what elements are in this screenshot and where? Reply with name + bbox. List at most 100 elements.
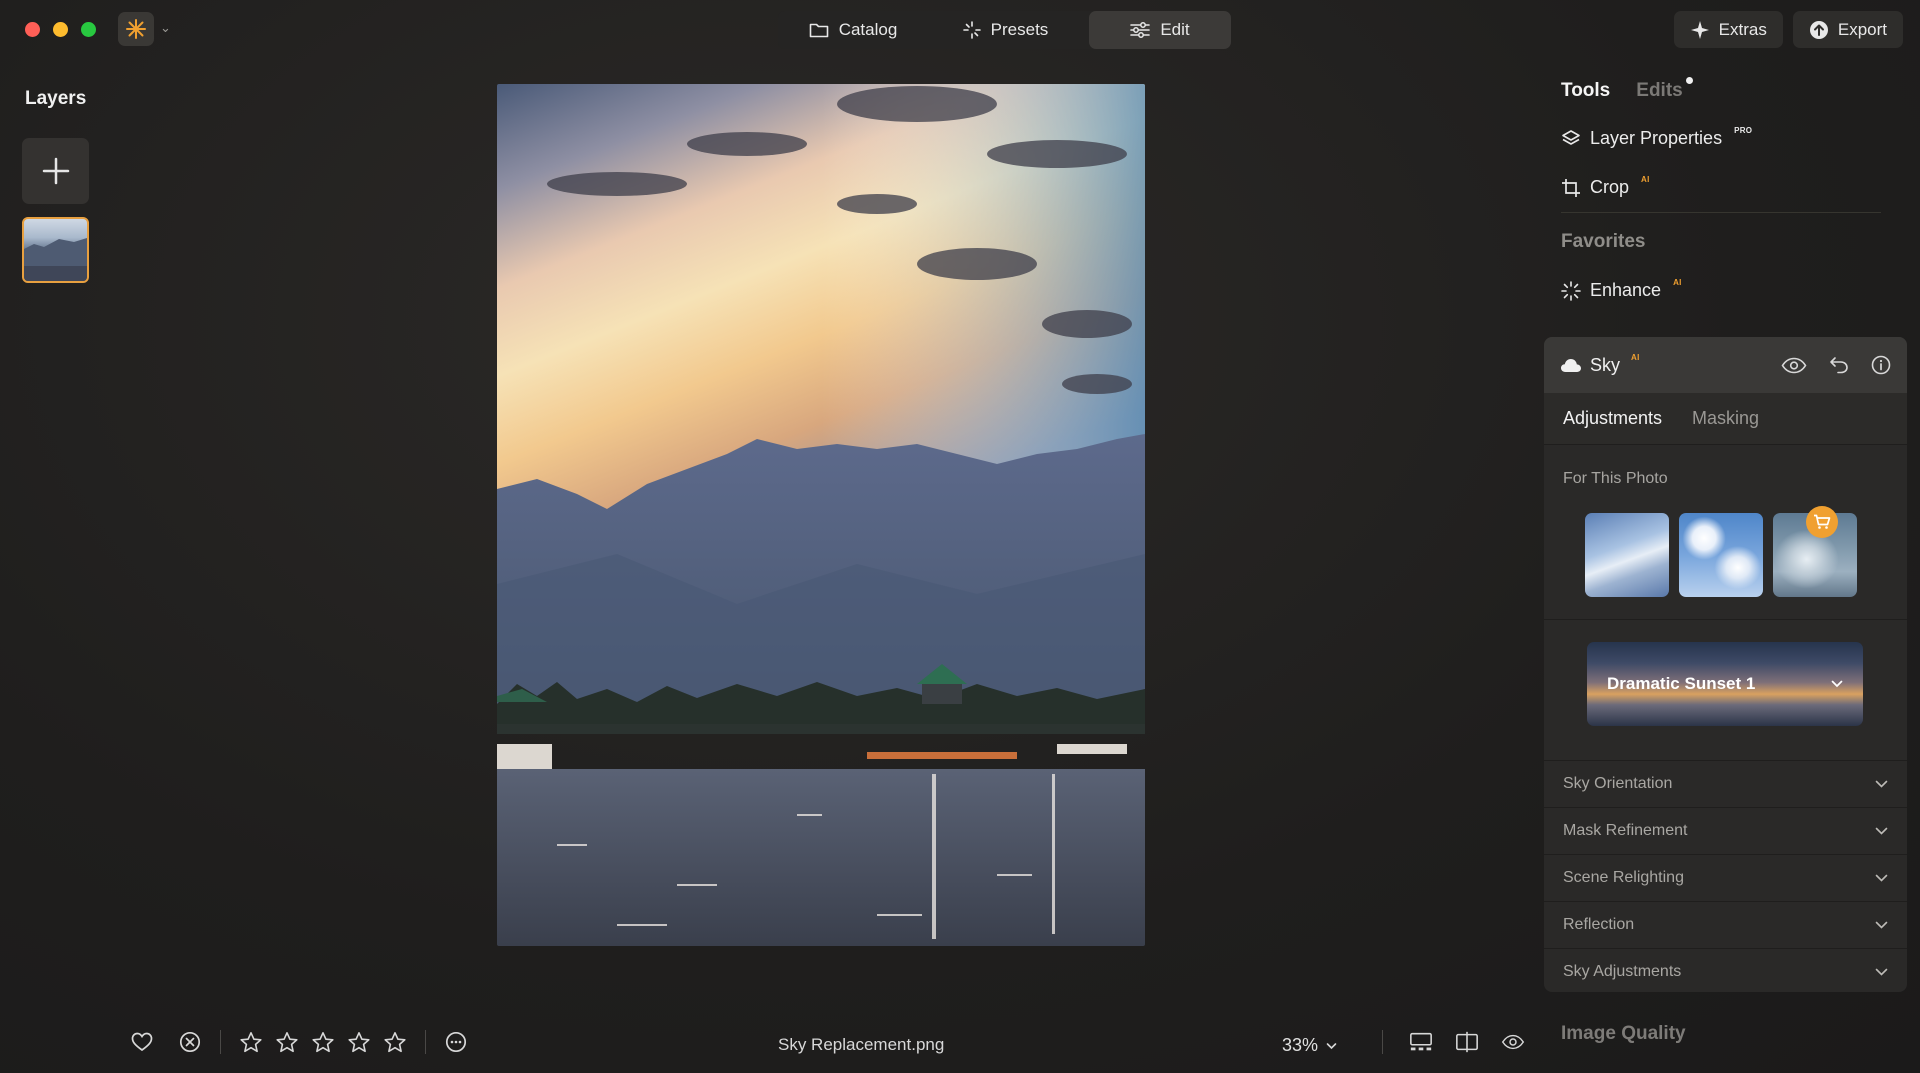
extras-button[interactable]: Extras: [1673, 11, 1783, 48]
separator: [425, 1030, 426, 1054]
separator: [220, 1030, 221, 1054]
for-this-photo-title: For This Photo: [1563, 470, 1668, 487]
landscape-photo: [497, 84, 1145, 946]
star-5-button[interactable]: [383, 1030, 407, 1054]
sky-panel-header[interactable]: Sky AI: [1544, 337, 1907, 393]
edit-label: Edit: [1160, 20, 1190, 39]
edit-tab[interactable]: Edit: [1089, 11, 1231, 49]
eye-icon[interactable]: [1781, 357, 1807, 374]
chevron-down-icon: [1875, 921, 1888, 929]
star-2-button[interactable]: [275, 1030, 299, 1054]
chevron-down-icon: [1326, 1042, 1337, 1049]
presets-label: Presets: [990, 20, 1049, 39]
tools-tab[interactable]: Tools: [1561, 80, 1610, 102]
star-icon: [240, 1031, 262, 1052]
info-icon[interactable]: [1871, 355, 1891, 375]
crop-icon: [1562, 178, 1580, 197]
section-label: Mask Refinement: [1563, 822, 1688, 839]
minimize-window-button[interactable]: [53, 22, 68, 37]
window-controls: [25, 22, 96, 37]
section-scene-relighting[interactable]: Scene Relighting: [1544, 854, 1907, 901]
app-menu-button[interactable]: [118, 12, 154, 46]
layer-preview-image: [24, 238, 87, 281]
sky-title: Sky AI: [1560, 352, 1640, 376]
divider: [1544, 619, 1907, 620]
add-layer-button[interactable]: [22, 138, 89, 204]
favorite-heart-button[interactable]: [130, 1030, 154, 1054]
zoom-value: 33%: [1282, 1035, 1319, 1055]
sky-suggestions: [1544, 506, 1907, 605]
rating-toolbar: [130, 1030, 468, 1054]
enhance-sparkle-icon: [1561, 280, 1581, 301]
edits-tab[interactable]: Edits: [1636, 77, 1693, 102]
sky-title-label: Sky: [1590, 354, 1621, 375]
sliders-icon: [1130, 22, 1151, 38]
tool-label: Crop: [1590, 177, 1630, 197]
presets-tab[interactable]: Presets: [928, 11, 1083, 49]
star-icon: [384, 1031, 406, 1052]
extras-label: Extras: [1718, 19, 1767, 39]
undo-icon[interactable]: [1829, 356, 1849, 374]
cart-icon[interactable]: [1806, 506, 1838, 538]
chevron-down-icon[interactable]: ⌄: [160, 20, 171, 36]
section-mask-refinement[interactable]: Mask Refinement: [1544, 807, 1907, 854]
file-name: Sky Replacement.png: [778, 1035, 945, 1054]
chevron-down-icon: [1875, 874, 1888, 882]
sparkle-logo-icon: [126, 19, 146, 39]
tool-enhance[interactable]: Enhance AI: [1561, 278, 1682, 301]
separator: [1382, 1030, 1383, 1054]
reject-button[interactable]: [178, 1030, 202, 1054]
compare-view-button[interactable]: [1455, 1030, 1479, 1054]
layers-title: Layers: [25, 88, 87, 109]
panel-tabs: Tools Edits: [1561, 77, 1693, 102]
star-1-button[interactable]: [239, 1030, 263, 1054]
section-sky-orientation[interactable]: Sky Orientation: [1544, 760, 1907, 807]
folder-icon: [809, 23, 828, 38]
more-options-button[interactable]: [444, 1030, 468, 1054]
tool-label: Enhance: [1590, 280, 1662, 300]
tab-adjustments[interactable]: Adjustments: [1563, 408, 1662, 429]
section-label: Scene Relighting: [1563, 869, 1684, 886]
mode-switcher: Catalog Presets Edit: [778, 11, 1231, 49]
filmstrip-icon: [1410, 1032, 1432, 1051]
ai-badge: AI: [1673, 278, 1682, 287]
edits-tab-label: Edits: [1636, 80, 1683, 101]
zoom-dropdown[interactable]: 33%: [1282, 1035, 1337, 1056]
star-3-button[interactable]: [311, 1030, 335, 1054]
pro-badge: PRO: [1734, 126, 1753, 135]
section-sky-adjustments[interactable]: Sky Adjustments: [1544, 948, 1907, 992]
image-quality-title[interactable]: Image Quality: [1561, 1023, 1686, 1045]
star-icon: [312, 1031, 334, 1052]
catalog-tab[interactable]: Catalog: [778, 11, 928, 49]
zoom-window-button[interactable]: [81, 22, 96, 37]
preview-toggle-button[interactable]: [1501, 1030, 1525, 1054]
top-right-actions: Extras Export: [1673, 11, 1903, 48]
cloud-icon: [1561, 358, 1581, 372]
ellipsis-circle-icon: [445, 1031, 467, 1053]
edits-indicator-dot: [1685, 77, 1693, 84]
upload-circle-icon: [1809, 20, 1828, 39]
section-reflection[interactable]: Reflection: [1544, 901, 1907, 948]
sky-thumbnail[interactable]: [1679, 513, 1763, 597]
photo-canvas[interactable]: [497, 84, 1145, 946]
shopping-cart-icon: [1814, 514, 1831, 529]
close-window-button[interactable]: [25, 22, 40, 37]
tool-label: Layer Properties: [1590, 128, 1723, 148]
sky-sections: Sky Orientation Mask Refinement Scene Re…: [1544, 760, 1907, 992]
sky-thumbnail[interactable]: [1585, 513, 1669, 597]
layers-stack-icon: [1562, 129, 1580, 145]
export-button[interactable]: Export: [1792, 11, 1903, 48]
sky-actions: [1781, 355, 1891, 375]
sparkle-icon: [1690, 20, 1709, 39]
ai-badge: AI: [1631, 352, 1640, 362]
heart-icon: [131, 1032, 153, 1052]
tool-layer-properties[interactable]: Layer Properties PRO: [1561, 126, 1753, 149]
tool-crop[interactable]: Crop AI: [1561, 175, 1650, 198]
star-4-button[interactable]: [347, 1030, 371, 1054]
layer-thumbnail[interactable]: [22, 217, 89, 283]
tab-masking[interactable]: Masking: [1692, 408, 1759, 429]
star-icon: [276, 1031, 298, 1052]
export-label: Export: [1837, 19, 1887, 39]
sky-preset-dropdown[interactable]: Dramatic Sunset 1: [1587, 642, 1863, 726]
filmstrip-toggle-button[interactable]: [1409, 1030, 1433, 1054]
